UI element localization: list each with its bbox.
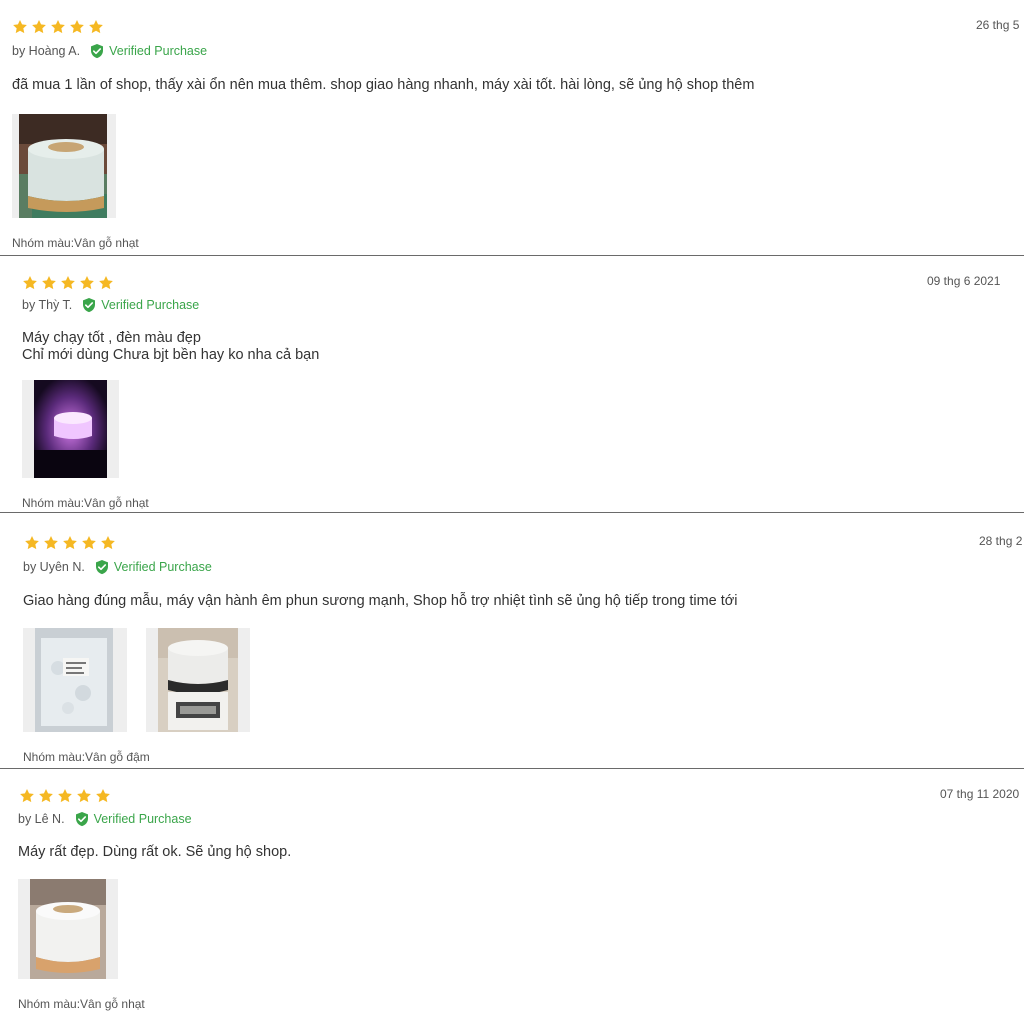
review-text-line: Máy rất đẹp. Dùng rất ok. Sẽ ủng hộ shop… [18, 844, 292, 860]
variant-label: Nhóm màu:Vân gỗ nhạt [22, 496, 149, 510]
review-card: by Hoàng A. Verified Purchase 26 thg 5 đ… [0, 0, 1024, 255]
star-icon [43, 535, 59, 551]
star-icon [12, 19, 28, 35]
review-date: 28 thg 2 [979, 534, 1023, 548]
variant-label: Nhóm màu:Vân gỗ đậm [23, 750, 150, 764]
review-photo[interactable] [146, 628, 250, 732]
star-icon [22, 275, 38, 291]
review-date: 26 thg 5 [976, 18, 1020, 32]
verified-shield-icon [81, 297, 97, 313]
verified-label: Verified Purchase [113, 560, 212, 574]
review-text: Máy rất đẹp. Dùng rất ok. Sẽ ủng hộ shop… [18, 844, 291, 861]
verified-label: Verified Purchase [93, 812, 192, 826]
review-text-line: Chỉ mới dùng Chưa bjt bền hay ko nha cả … [22, 347, 320, 363]
review-text: Giao hàng đúng mẫu, máy vận hành êm phun… [23, 593, 738, 610]
review-byline: by Thỳ T. Verified Purchase [22, 297, 199, 313]
star-icon [98, 275, 114, 291]
verified-shield-icon [94, 559, 110, 575]
review-card: by Lê N. Verified Purchase 07 thg 11 202… [0, 769, 1024, 1024]
star-icon [60, 275, 76, 291]
star-icon [31, 19, 47, 35]
review-author: by Lê N. [18, 812, 65, 826]
review-photo[interactable] [23, 628, 127, 732]
star-icon [79, 275, 95, 291]
star-icon [50, 19, 66, 35]
star-icon [100, 535, 116, 551]
verified-shield-icon [89, 43, 105, 59]
review-photo[interactable] [12, 114, 116, 218]
verified-badge: Verified Purchase [94, 559, 212, 575]
review-photo[interactable] [18, 879, 118, 979]
star-icon [41, 275, 57, 291]
review-text: đã mua 1 lần of shop, thấy xài ổn nên mu… [12, 77, 754, 94]
star-icon [76, 788, 92, 804]
review-text-line: Giao hàng đúng mẫu, máy vận hành êm phun… [23, 593, 738, 609]
humidifier-box-photo [158, 628, 238, 732]
review-text-line: đã mua 1 lần of shop, thấy xài ổn nên mu… [12, 77, 755, 93]
star-rating [24, 535, 116, 551]
star-rating [19, 788, 111, 804]
variant-label: Nhóm màu:Vân gỗ nhạt [12, 236, 139, 250]
star-icon [19, 788, 35, 804]
humidifier-photo [19, 114, 107, 218]
star-icon [38, 788, 54, 804]
review-photo[interactable] [22, 380, 119, 478]
star-icon [88, 19, 104, 35]
verified-badge: Verified Purchase [89, 43, 207, 59]
review-byline: by Hoàng A. Verified Purchase [12, 43, 207, 59]
review-date: 07 thg 11 2020 [940, 787, 1020, 801]
review-date: 09 thg 6 2021 [927, 274, 1001, 288]
review-text-line: Máy chạy tốt , đèn màu đẹp [22, 330, 201, 346]
verified-label: Verified Purchase [101, 298, 200, 312]
verified-label: Verified Purchase [109, 44, 208, 58]
review-byline: by Lê N. Verified Purchase [18, 811, 192, 827]
star-icon [57, 788, 73, 804]
verified-badge: Verified Purchase [81, 297, 199, 313]
review-text: Máy chạy tốt , đèn màu đẹp Chỉ mới dùng … [22, 330, 319, 364]
humidifier-photo [34, 380, 107, 478]
review-author: by Uyên N. [23, 560, 85, 574]
star-icon [69, 19, 85, 35]
star-rating [22, 275, 114, 291]
review-card: by Thỳ T. Verified Purchase 09 thg 6 202… [0, 256, 1024, 512]
star-icon [24, 535, 40, 551]
humidifier-photo [30, 879, 106, 979]
star-icon [62, 535, 78, 551]
star-icon [95, 788, 111, 804]
package-photo [35, 628, 113, 732]
verified-badge: Verified Purchase [74, 811, 192, 827]
star-icon [81, 535, 97, 551]
review-author: by Thỳ T. [22, 298, 73, 312]
variant-label: Nhóm màu:Vân gỗ nhạt [18, 997, 145, 1011]
star-rating [12, 19, 104, 35]
review-card: by Uyên N. Verified Purchase 28 thg 2 Gi… [0, 513, 1024, 768]
review-byline: by Uyên N. Verified Purchase [23, 559, 212, 575]
review-author: by Hoàng A. [12, 44, 81, 58]
verified-shield-icon [74, 811, 90, 827]
